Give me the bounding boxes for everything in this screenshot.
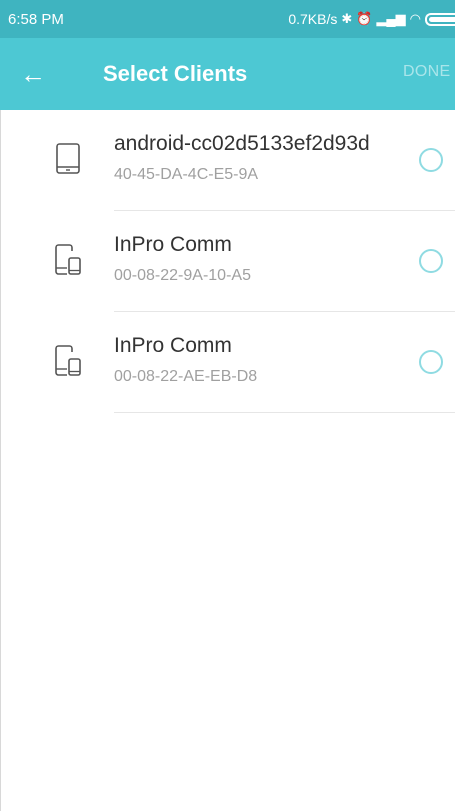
app-bar: ← Select Clients DONE: [0, 38, 455, 110]
tablet-phone-icon: [55, 345, 81, 376]
arrow-left-icon: ←: [20, 58, 46, 89]
select-radio[interactable]: [419, 148, 443, 172]
list-item[interactable]: InPro Comm 00-08-22-9A-10-A5: [0, 211, 455, 312]
network-speed: 0.7KB/s: [288, 11, 338, 27]
status-time: 6:58 PM: [8, 10, 64, 28]
tablet-icon: [56, 143, 80, 174]
client-name: InPro Comm: [114, 233, 232, 256]
status-bar: 6:58 PM 0.7KB/s ✱ ⏰ ▂▄▆ ◠: [0, 0, 455, 38]
client-list: android-cc02d5133ef2d93d 40-45-DA-4C-E5-…: [0, 110, 455, 413]
signal-icon: ▂▄▆: [376, 11, 406, 26]
divider: [114, 412, 455, 413]
client-mac: 40-45-DA-4C-E5-9A: [114, 166, 259, 183]
bluetooth-icon: ✱: [341, 11, 353, 26]
client-mac: 00-08-22-9A-10-A5: [114, 267, 251, 284]
alarm-icon: ⏰: [356, 11, 373, 26]
select-radio[interactable]: [419, 249, 443, 273]
list-item[interactable]: InPro Comm 00-08-22-AE-EB-D8: [0, 312, 455, 413]
wifi-icon: ◠: [409, 11, 421, 26]
back-button[interactable]: ←: [20, 46, 76, 102]
client-name: android-cc02d5133ef2d93d: [114, 132, 370, 155]
battery-icon: [425, 12, 455, 26]
done-button[interactable]: DONE: [403, 63, 455, 81]
client-name: InPro Comm: [114, 334, 232, 357]
tablet-phone-icon: [55, 244, 81, 275]
list-item[interactable]: android-cc02d5133ef2d93d 40-45-DA-4C-E5-…: [0, 110, 455, 211]
status-icons: 0.7KB/s ✱ ⏰ ▂▄▆ ◠: [288, 11, 455, 27]
page-title: Select Clients: [103, 61, 248, 86]
client-mac: 00-08-22-AE-EB-D8: [114, 368, 258, 385]
select-radio[interactable]: [419, 350, 443, 374]
